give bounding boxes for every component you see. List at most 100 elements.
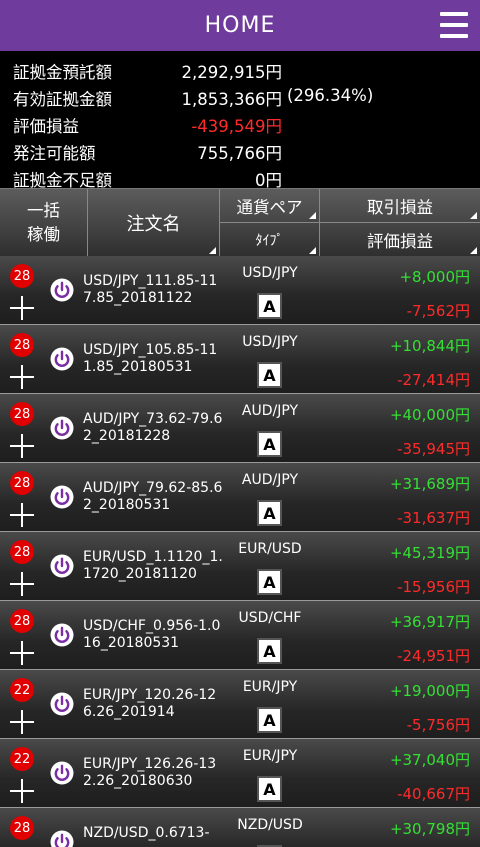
summary-value: -439,549円 — [191, 117, 282, 136]
position-count-badge: 28 — [10, 540, 34, 564]
currency-pair: USD/CHF — [238, 610, 302, 626]
bulk-toggle-header[interactable]: 一括 稼働 — [0, 189, 88, 257]
order-row[interactable]: 28 NZD/USD_0.6713- NZD/USD A +30,798円 — [0, 808, 480, 847]
account-summary: 証拠金預託額 2,292,915円 有効証拠金額 1,853,366円 (296… — [0, 51, 480, 190]
header-label: ﾀｲﾌﾟ — [255, 233, 284, 249]
order-row[interactable]: 28 AUD/JPY_73.62-79.62_20181228 AUD/JPY … — [0, 394, 480, 463]
power-toggle-icon[interactable] — [50, 416, 74, 440]
order-type-badge: A — [257, 500, 282, 526]
currency-pair: USD/JPY — [242, 334, 298, 350]
expand-plus-icon[interactable] — [10, 710, 34, 734]
order-name: USD/JPY_105.85-111.85_20180531 — [83, 342, 218, 375]
sort-icon — [309, 212, 316, 219]
expand-plus-icon[interactable] — [10, 503, 34, 527]
unrealized-pl-value: -27,414円 — [397, 371, 470, 389]
power-toggle-icon[interactable] — [50, 485, 74, 509]
realized-pl-header[interactable]: 取引損益 — [320, 189, 480, 223]
expand-plus-icon[interactable] — [10, 365, 34, 389]
currency-pair: EUR/USD — [238, 541, 302, 557]
order-type-badge: A — [257, 776, 282, 802]
expand-plus-icon[interactable] — [10, 572, 34, 596]
position-count-badge: 28 — [10, 471, 34, 495]
order-row[interactable]: 28 AUD/JPY_79.62-85.62_20180531 AUD/JPY … — [0, 463, 480, 532]
hamburger-menu-icon[interactable] — [440, 12, 468, 38]
order-name: AUD/JPY_73.62-79.62_20181228 — [83, 411, 223, 444]
power-toggle-icon[interactable] — [50, 554, 74, 578]
order-name-header[interactable]: 注文名 — [88, 189, 220, 257]
unrealized-pl-value: -5,756円 — [406, 716, 470, 734]
summary-value: 1,853,366円 — [181, 90, 282, 109]
summary-value: 2,292,915円 — [181, 63, 282, 82]
order-type-badge: A — [257, 293, 282, 319]
summary-label: 有効証拠金額 — [13, 90, 112, 109]
summary-unrealized: 評価損益 -439,549円 — [0, 109, 480, 136]
position-count-badge: 28 — [10, 609, 34, 633]
power-toggle-icon[interactable] — [50, 278, 74, 302]
summary-available: 発注可能額 755,766円 — [0, 136, 480, 163]
expand-plus-icon[interactable] — [10, 641, 34, 665]
summary-label: 証拠金預託額 — [13, 63, 112, 82]
realized-pl-value: +10,844円 — [389, 337, 470, 355]
summary-deposit: 証拠金預託額 2,292,915円 — [0, 55, 480, 82]
order-row[interactable]: 22 EUR/JPY_126.26-132.26_20180630 EUR/JP… — [0, 739, 480, 808]
unrealized-pl-value: -15,956円 — [397, 578, 470, 596]
expand-plus-icon[interactable] — [10, 434, 34, 458]
order-name: EUR/JPY_126.26-132.26_20180630 — [83, 756, 217, 789]
pair-header[interactable]: 通貨ペア — [220, 189, 320, 223]
unrealized-pl-value: -40,667円 — [397, 785, 470, 803]
expand-plus-icon[interactable] — [10, 296, 34, 320]
power-toggle-icon[interactable] — [50, 761, 74, 785]
currency-pair: EUR/JPY — [242, 679, 298, 695]
power-toggle-icon[interactable] — [50, 830, 74, 847]
summary-shortage: 証拠金不足額 0円 — [0, 163, 480, 190]
position-count-badge: 28 — [10, 816, 34, 840]
currency-pair: AUD/JPY — [241, 403, 299, 419]
unrealized-pl-value: -24,951円 — [397, 647, 470, 665]
realized-pl-value: +37,040円 — [389, 751, 470, 769]
expand-plus-icon[interactable] — [10, 779, 34, 803]
order-name: NZD/USD_0.6713- — [83, 825, 210, 841]
position-count-badge: 28 — [10, 264, 34, 288]
sort-icon — [470, 212, 477, 219]
realized-pl-value: +31,689円 — [389, 475, 470, 493]
order-row[interactable]: 28 USD/CHF_0.956-1.016_20180531 USD/CHF … — [0, 601, 480, 670]
order-type-badge: A — [257, 707, 282, 733]
power-toggle-icon[interactable] — [50, 692, 74, 716]
order-type-badge: A — [257, 431, 282, 457]
realized-pl-value: +8,000円 — [399, 268, 470, 286]
power-toggle-icon[interactable] — [50, 347, 74, 371]
realized-pl-value: +36,917円 — [389, 613, 470, 631]
unrealized-pl-value: -7,562円 — [406, 302, 470, 320]
order-row[interactable]: 28 USD/JPY_111.85-117.85_20181122 USD/JP… — [0, 256, 480, 325]
type-header[interactable]: ﾀｲﾌﾟ — [220, 223, 320, 257]
order-list[interactable]: 28 USD/JPY_111.85-117.85_20181122 USD/JP… — [0, 256, 480, 847]
header-label: 注文名 — [126, 214, 181, 235]
summary-value: 755,766円 — [197, 144, 282, 163]
position-count-badge: 22 — [10, 678, 34, 702]
position-count-badge: 28 — [10, 333, 34, 357]
unrealized-pl-header[interactable]: 評価損益 — [320, 223, 480, 257]
unrealized-pl-value: -35,945円 — [397, 440, 470, 458]
sort-icon — [470, 247, 477, 254]
sort-icon — [309, 247, 316, 254]
realized-pl-value: +45,319円 — [389, 544, 470, 562]
summary-effective: 有効証拠金額 1,853,366円 (296.34%) — [0, 82, 480, 109]
realized-pl-value: +19,000円 — [389, 682, 470, 700]
top-bar: HOME — [0, 0, 480, 51]
power-toggle-icon[interactable] — [50, 623, 74, 647]
header-label: 一括 — [27, 201, 60, 220]
header-label: 通貨ペア — [236, 197, 303, 217]
unrealized-pl-value: -31,637円 — [397, 509, 470, 527]
header-label: 評価損益 — [367, 232, 433, 251]
header-label: 取引損益 — [367, 197, 433, 217]
order-type-badge: A — [257, 569, 282, 595]
position-count-badge: 22 — [10, 747, 34, 771]
order-name: EUR/USD_1.1120_1.1720_20181120 — [83, 549, 223, 582]
order-row[interactable]: 22 EUR/JPY_120.26-126.26_201914 EUR/JPY … — [0, 670, 480, 739]
order-row[interactable]: 28 USD/JPY_105.85-111.85_20180531 USD/JP… — [0, 325, 480, 394]
currency-pair: USD/JPY — [242, 265, 298, 281]
position-count-badge: 28 — [10, 402, 34, 426]
order-row[interactable]: 28 EUR/USD_1.1120_1.1720_20181120 EUR/US… — [0, 532, 480, 601]
order-name: AUD/JPY_79.62-85.62_20180531 — [83, 480, 223, 513]
summary-label: 評価損益 — [13, 117, 79, 136]
